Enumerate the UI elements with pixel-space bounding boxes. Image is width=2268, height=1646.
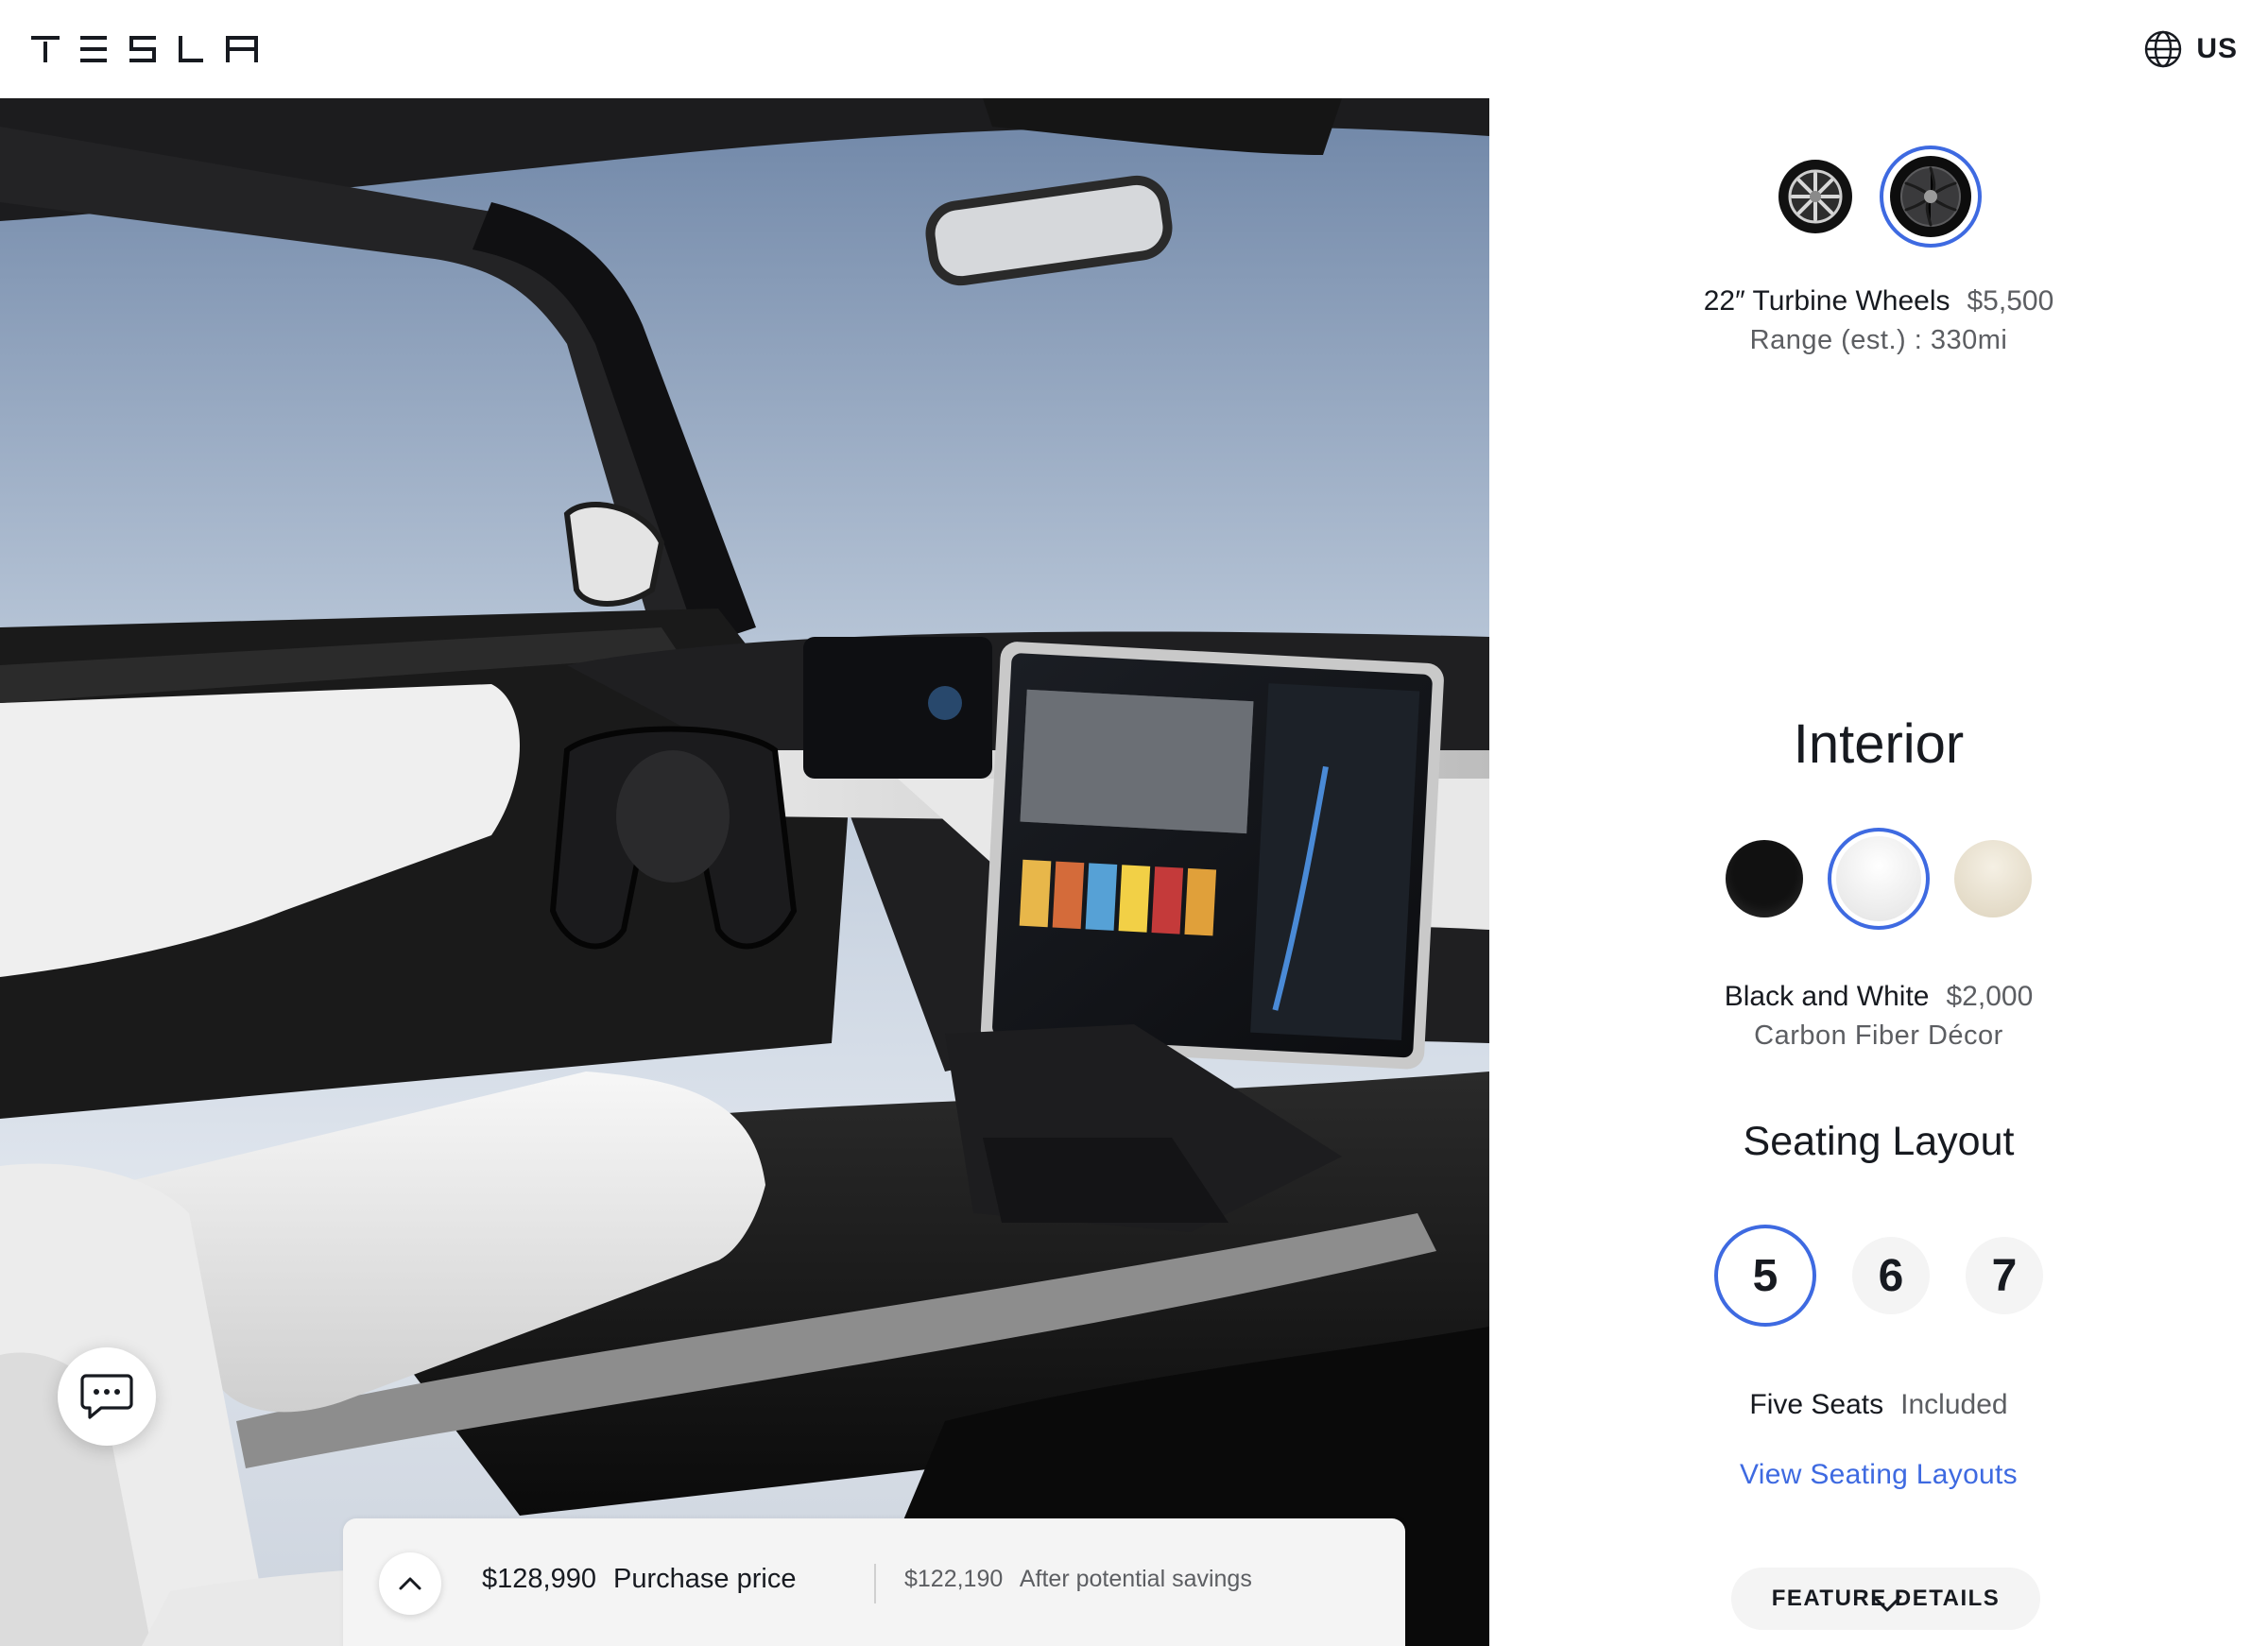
chevron-down-icon xyxy=(1872,1595,1902,1612)
interior-swatch-cream[interactable] xyxy=(1954,840,2032,917)
configurator-panel: 22″ Turbine Wheels $5,500 Range (est.) : … xyxy=(1489,98,2268,1646)
interior-swatch-fill xyxy=(1836,836,1921,921)
interior-decor: Carbon Fiber Décor xyxy=(1754,1020,2003,1051)
seating-layout-title: Seating Layout xyxy=(1743,1119,2015,1164)
wheel-summary: 22″ Turbine Wheels $5,500 Range (est.) : … xyxy=(1489,285,2268,356)
top-navigation: US xyxy=(0,0,2268,98)
chat-bubble-icon xyxy=(80,1374,133,1419)
interior-swatch-black-and-white[interactable] xyxy=(1828,828,1930,930)
seating-price: Included xyxy=(1900,1389,2008,1420)
wheel-icon xyxy=(1778,160,1852,233)
locale-label: US xyxy=(2196,33,2238,64)
wheel-price: $5,500 xyxy=(1967,285,2054,317)
purchase-price-amount: $128,990 xyxy=(482,1564,596,1594)
price-details-toggle[interactable] xyxy=(379,1552,441,1615)
interior-price: $2,000 xyxy=(1946,981,2034,1012)
wheel-options xyxy=(1489,142,2268,251)
wheel-name: 22″ Turbine Wheels xyxy=(1703,285,1950,317)
seating-summary: Five Seats Included xyxy=(1489,1389,2268,1421)
interior-summary: Black and White $2,000 Carbon Fiber Décor xyxy=(1489,981,2268,1052)
price-summary-bar: $128,990 Purchase price $122,190 After p… xyxy=(343,1518,1405,1646)
chevron-up-icon xyxy=(399,1577,421,1590)
locale-selector[interactable]: US xyxy=(2143,28,2238,70)
purchase-price: $128,990 Purchase price xyxy=(482,1564,796,1595)
wheel-icon xyxy=(1890,156,1971,237)
savings-price: $122,190 After potential savings xyxy=(904,1566,1252,1593)
wheel-option-gemini[interactable] xyxy=(1776,157,1855,236)
price-divider xyxy=(874,1564,876,1603)
seating-options: 5 6 7 xyxy=(1489,1223,2268,1329)
interior-title: Interior xyxy=(1793,713,1965,775)
chat-button[interactable] xyxy=(58,1347,156,1446)
seating-name: Five Seats xyxy=(1749,1389,1884,1420)
seating-option-5[interactable]: 5 xyxy=(1714,1225,1816,1327)
seating-option-6[interactable]: 6 xyxy=(1852,1237,1930,1314)
wheel-range: Range (est.) : 330mi xyxy=(1749,325,2008,355)
globe-icon xyxy=(2145,30,2182,68)
seating-option-7[interactable]: 7 xyxy=(1966,1237,2043,1314)
savings-price-amount: $122,190 xyxy=(904,1566,1004,1592)
interior-render-image xyxy=(0,98,1489,1646)
view-seating-layouts-link[interactable]: View Seating Layouts xyxy=(1740,1459,2018,1490)
feature-details-button[interactable]: FEATURE DETAILS xyxy=(1731,1568,2040,1630)
wheel-option-turbine[interactable] xyxy=(1880,146,1982,248)
interior-swatch-black[interactable] xyxy=(1726,840,1803,917)
savings-price-label: After potential savings xyxy=(1019,1566,1252,1592)
interior-name: Black and White xyxy=(1724,981,1930,1012)
tesla-logo[interactable] xyxy=(31,36,258,62)
interior-color-options xyxy=(1489,826,2268,932)
purchase-price-label: Purchase price xyxy=(613,1564,797,1594)
